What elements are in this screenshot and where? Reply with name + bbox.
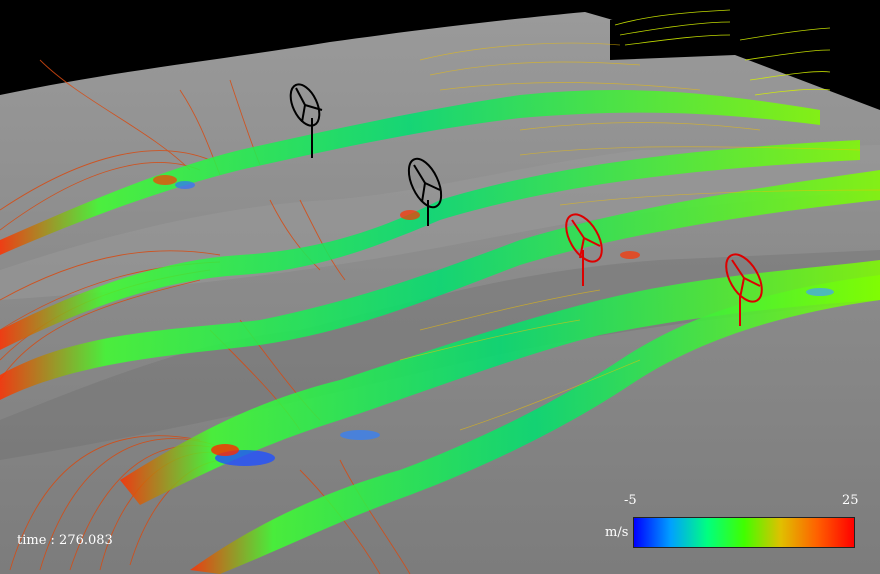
fast-zone	[620, 251, 640, 259]
fast-zone	[211, 444, 239, 456]
slow-zone	[806, 288, 834, 296]
colorbar-unit-label: m/s	[605, 525, 629, 540]
colorbar-min-label: -5	[624, 493, 637, 508]
colorbar-max-label: 25	[842, 493, 859, 508]
terrain-scene	[0, 5, 880, 574]
fast-zone	[153, 175, 177, 185]
colorbar-gradient	[633, 517, 855, 548]
time-readout: time : 276.083	[17, 533, 113, 548]
contour-wall	[610, 5, 735, 60]
fast-zone	[400, 210, 420, 220]
visualization-canvas: time : 276.083 -5 25 m/s	[0, 0, 880, 574]
slow-zone	[175, 181, 195, 189]
slow-zone	[340, 430, 380, 440]
